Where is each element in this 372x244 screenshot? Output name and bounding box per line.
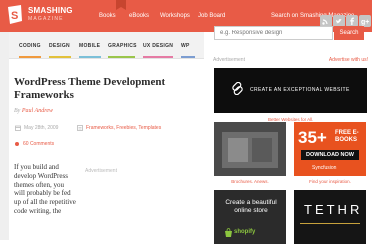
tag-icon: [77, 125, 83, 131]
article-byline: By Paul Andrew: [14, 108, 53, 114]
ad-tethr-text: TETHR: [304, 202, 363, 217]
ad-tethr-divider: [300, 223, 360, 224]
category-wp[interactable]: WP: [181, 43, 190, 53]
calendar-icon: [15, 125, 21, 131]
article-body: If you build and develop WordPress theme…: [14, 163, 76, 215]
ads-header: Advertisement Advertise with us!: [213, 57, 368, 65]
ad-square-1[interactable]: [214, 122, 286, 176]
category-ux-design-underline: [143, 56, 173, 58]
ad-square-syncfusion[interactable]: 35+ FREE E-BOOKS DOWNLOAD NOW Syncfusion: [294, 122, 366, 176]
search-input[interactable]: [214, 26, 333, 40]
left-sidebar-strip: [0, 32, 9, 240]
author-link[interactable]: Paul Andrew: [22, 108, 53, 114]
category-design-underline: [49, 56, 71, 58]
category-coding[interactable]: Coding: [19, 43, 41, 53]
ad-shopify-text: Create a beautiful online store: [225, 199, 277, 214]
squarespace-logo-icon: [232, 82, 243, 95]
search-button[interactable]: Search: [334, 26, 364, 40]
nav-workshops[interactable]: Workshops: [160, 13, 190, 19]
ad-35-plus: 35+: [298, 128, 327, 147]
article-title[interactable]: WordPress Theme Development Frameworks: [14, 76, 204, 102]
category-ux-design[interactable]: UX Design: [143, 43, 173, 53]
ad-square-1-caption[interactable]: Brochures. Anews.: [214, 179, 286, 184]
site-logo[interactable]: S SMASHING MAGAZINE: [6, 3, 81, 29]
category-wp-underline: [181, 56, 195, 58]
logo-mark-icon: S: [8, 5, 22, 24]
category-design[interactable]: Design: [49, 43, 70, 53]
category-graphics[interactable]: Graphics: [108, 43, 137, 53]
comments-link[interactable]: 60 Comments: [23, 141, 54, 147]
ad-square-shopify[interactable]: Create a beautiful online store shopify: [214, 190, 286, 244]
category-mobile[interactable]: Mobile: [79, 43, 100, 53]
category-bar: Coding Design Mobile Graphics UX Design …: [9, 32, 204, 59]
ad-banner-squarespace[interactable]: CREATE AN EXCEPTIONAL WEBSITE: [214, 68, 367, 113]
svg-text:S: S: [11, 10, 18, 22]
article-tags[interactable]: Frameworks, Freebies, Templates: [86, 125, 161, 131]
shopify-bag-icon: [225, 228, 232, 237]
category-coding-underline: [19, 56, 41, 58]
comments-bullet-icon: [15, 142, 19, 146]
nav-ebooks[interactable]: eBooks: [129, 13, 149, 19]
byline-prefix: By: [14, 108, 21, 114]
ad-square-2-caption[interactable]: Find your inspiration.: [294, 179, 366, 184]
ad-free-ebooks: FREE E-BOOKS: [335, 130, 359, 143]
category-graphics-underline: [108, 56, 135, 58]
ad-shopify-brand: shopify: [234, 229, 256, 235]
svg-text:g+: g+: [361, 19, 369, 26]
nav-books[interactable]: Books: [99, 13, 116, 19]
inline-ad-label: Advertisement: [85, 168, 117, 174]
flag-icon: [116, 0, 126, 10]
category-mobile-underline: [79, 56, 101, 58]
ads-label: Advertisement: [213, 57, 245, 63]
ad-square-1-image: [214, 122, 286, 176]
advertise-link[interactable]: Advertise with us!: [329, 57, 368, 63]
nav-job-board[interactable]: Job Board: [198, 13, 225, 19]
ad-square-tethr[interactable]: TETHR: [294, 190, 366, 244]
ad-syncfusion-brand: Syncfusion: [312, 165, 337, 171]
article-meta: May 28th, 2009 Frameworks, Freebies, Tem…: [14, 124, 204, 134]
ad-download-now[interactable]: DOWNLOAD NOW: [301, 150, 359, 160]
ad-banner-text: CREATE AN EXCEPTIONAL WEBSITE: [250, 87, 350, 93]
logo-title: SMASHING: [28, 6, 73, 15]
logo-subtitle: MAGAZINE: [28, 16, 64, 22]
article-date: May 28th, 2009: [24, 125, 59, 131]
